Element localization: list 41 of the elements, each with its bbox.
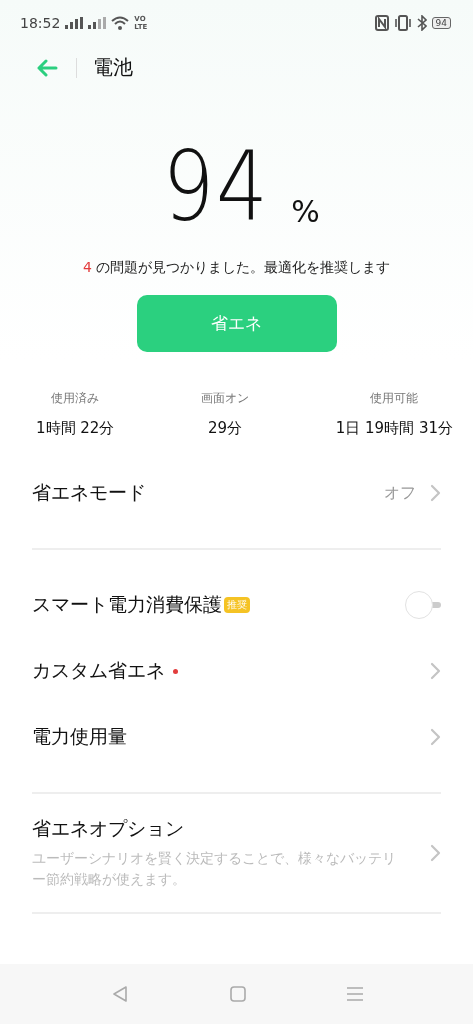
battery-indicator: 94 — [431, 16, 451, 29]
back-arrow-icon — [36, 58, 58, 77]
signal-icon — [65, 16, 84, 29]
setting-value: オフ — [384, 482, 416, 504]
chevron-right-icon — [430, 728, 441, 746]
setting-description: ユーザーシナリオを賢く決定することで、様々なバッテリー節約戦略が使えます。 — [32, 849, 397, 889]
status-time: 18:52 — [20, 14, 61, 31]
chevron-right-icon — [430, 484, 441, 502]
toggle-switch[interactable] — [405, 591, 441, 619]
stat-label: 画面オン — [201, 390, 250, 407]
stat-label: 使用可能 — [370, 390, 419, 407]
settings-row[interactable]: 電力使用量 — [32, 704, 441, 770]
stat-label: 使用済み — [51, 390, 100, 407]
setting-title: 電力使用量 — [32, 724, 127, 749]
page-title: 電池 — [93, 54, 133, 81]
wifi-icon — [111, 15, 130, 30]
chevron-right-icon — [430, 844, 441, 862]
stat-value: 1日 19時間 31分 — [335, 419, 453, 438]
setting-title: スマート電力消費保護 — [32, 592, 222, 617]
nfc-icon — [374, 14, 389, 31]
chevron-right-icon — [430, 662, 441, 680]
menu-icon — [346, 987, 363, 1001]
issue-count: 4 — [83, 259, 92, 277]
home-square-icon — [229, 986, 246, 1002]
settings-row[interactable]: 省エネモード オフ — [32, 460, 441, 526]
battery-percent: 94 — [162, 139, 270, 235]
issue-message: の問題が見つかりました。最適化を推奨します — [95, 259, 390, 277]
setting-title: 省エネオプション — [32, 816, 184, 841]
percent-sign: % — [291, 194, 320, 229]
setting-title: 省エネモード — [32, 480, 146, 505]
settings-row[interactable]: スマート電力消費保護 推奨 — [32, 572, 441, 638]
vibrate-icon — [393, 14, 412, 31]
settings-row[interactable]: カスタム省エネ — [32, 638, 441, 704]
settings-row[interactable]: 省エネオプション ユーザーシナリオを賢く決定することで、様々なバッテリー節約戦略が使えます。 — [32, 816, 441, 890]
back-triangle-icon — [110, 985, 129, 1003]
setting-title: カスタム省エネ — [32, 658, 165, 683]
bluetooth-icon — [416, 14, 427, 31]
signal-icon — [88, 16, 107, 29]
recommended-badge: 推奨 — [224, 597, 250, 613]
stat-value: 1時間 22分 — [36, 419, 115, 438]
stat-value: 29分 — [208, 419, 243, 438]
